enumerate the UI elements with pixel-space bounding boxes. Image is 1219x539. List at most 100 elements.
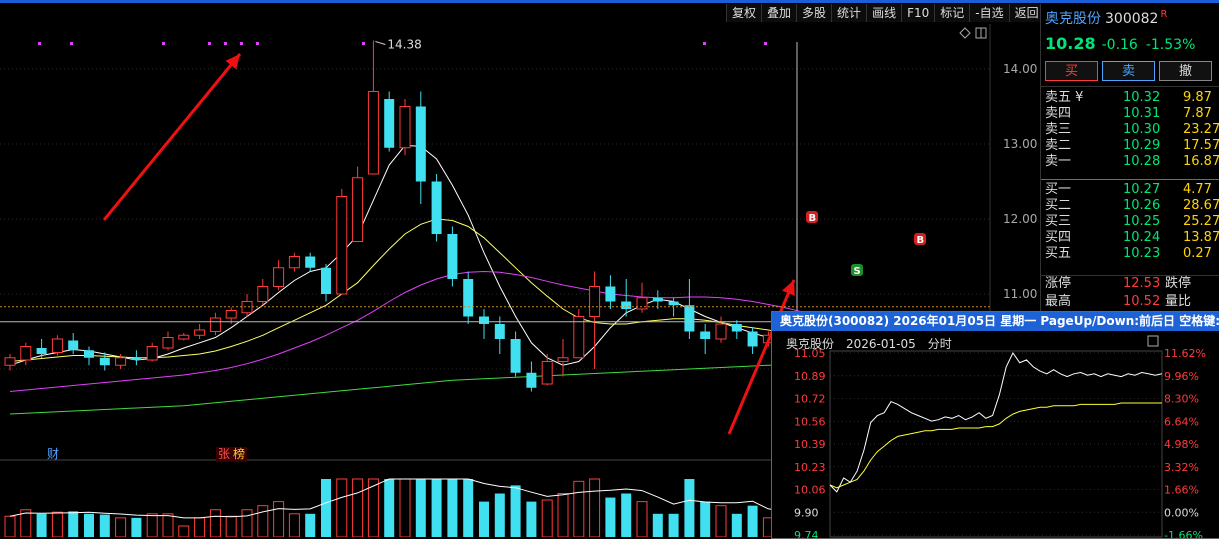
bid-row[interactable]: 买五 10.23 0.27 <box>1041 246 1219 262</box>
candle <box>131 350 142 366</box>
price-tick-label: 14.00 <box>1003 62 1037 76</box>
volume-bar <box>336 478 348 537</box>
volume-bar <box>225 515 237 537</box>
limit-up-tag[interactable]: 张 <box>218 447 230 461</box>
bid-row[interactable]: 买一 10.27 4.77 <box>1041 182 1219 198</box>
ask-row[interactable]: 卖三 10.30 23.27 <box>1041 122 1219 138</box>
toolbar-f10-button[interactable]: F10 <box>901 4 935 22</box>
intraday-pct-tick: 0.00% <box>1164 506 1199 519</box>
candle <box>431 174 442 242</box>
ask-row[interactable]: 卖二 10.29 17.57 <box>1041 138 1219 154</box>
level-label: 买三 <box>1045 214 1072 229</box>
toolbar-remove-watchlist-button[interactable]: -自选 <box>969 4 1009 22</box>
toolbar-back-button[interactable]: 返回 <box>1008 4 1044 22</box>
volume-bar <box>305 513 316 537</box>
candle <box>194 324 206 339</box>
toolbar-multi-stock-button[interactable]: 多股 <box>796 4 832 22</box>
volume-bar <box>700 501 711 537</box>
volume-bar <box>605 497 616 537</box>
divider <box>1041 179 1219 180</box>
volume-bar <box>384 479 395 537</box>
volume-bar <box>715 505 727 537</box>
chart-toolbar: 复权 叠加 多股 统计 画线 F10 标记 -自选 返回 <box>726 4 1044 24</box>
peak-pointer <box>375 41 386 45</box>
candle <box>384 91 395 152</box>
candle-body-down <box>479 316 489 324</box>
bid-row[interactable]: 买四 10.24 13.87 <box>1041 230 1219 246</box>
level-label: 卖二 <box>1045 138 1072 153</box>
candle-body-up <box>51 338 63 353</box>
signal-dot <box>224 42 227 45</box>
candle-body-down <box>510 339 521 373</box>
candle <box>352 166 364 242</box>
limit-up-label: 涨停 <box>1045 276 1072 291</box>
price-change: -0.16 <box>1101 37 1138 53</box>
candle <box>336 189 348 295</box>
bid-row[interactable]: 买三 10.25 25.27 <box>1041 214 1219 230</box>
candle-body-up <box>367 91 379 175</box>
popup-window-icon[interactable] <box>1147 335 1159 347</box>
volume-bar <box>288 513 300 537</box>
finance-tag[interactable]: 财 <box>47 447 59 461</box>
toolbar-adjust-button[interactable]: 复权 <box>726 4 762 22</box>
signal-dot <box>240 42 243 45</box>
volume-bar <box>51 511 63 537</box>
candle-body-up <box>115 357 127 366</box>
badge-letter: B <box>917 235 925 246</box>
volume-bar <box>447 479 458 537</box>
toolbar-overlay-button[interactable]: 叠加 <box>761 4 797 22</box>
intraday-pct-tick: 4.98% <box>1164 438 1199 451</box>
volume-bar <box>510 485 521 537</box>
toolbar-stats-button[interactable]: 统计 <box>831 4 867 22</box>
high-row: 最高 10.52 量比 <box>1045 293 1219 311</box>
intraday-popup[interactable]: 11.05 11.62% 10.89 9.96% 10.72 8.30% 10.56 6.64… <box>771 311 1219 539</box>
candle <box>273 260 285 291</box>
toolbar-mark-button[interactable]: 标记 <box>934 4 970 22</box>
popup-title: 奥克股份(300082) 2026年01月05日 星期一 PageUp/Down… <box>780 314 1219 328</box>
level-volume: 9.87 <box>1183 90 1212 105</box>
ask-row[interactable]: 卖一 10.28 16.87 <box>1041 154 1219 170</box>
candle <box>573 309 585 359</box>
candle <box>715 316 727 343</box>
buy-button[interactable]: 买 <box>1045 61 1098 81</box>
volume-ratio-label: 量比 <box>1165 294 1192 309</box>
bid-row[interactable]: 买二 10.26 28.67 <box>1041 198 1219 214</box>
volume-bar <box>178 525 190 537</box>
signal-dot <box>162 42 165 45</box>
candle <box>162 331 174 351</box>
level-price: 10.28 <box>1123 154 1161 169</box>
level-price: 10.27 <box>1123 182 1161 197</box>
level-price: 10.30 <box>1123 122 1161 137</box>
level-price: 10.24 <box>1123 230 1161 245</box>
candle-body-down <box>684 305 695 332</box>
candle-body-up <box>288 256 300 269</box>
volume-bar <box>273 501 285 537</box>
candle-body-up <box>273 267 285 287</box>
candle-body-down <box>321 267 331 294</box>
ask-row[interactable]: 卖四 10.31 7.87 <box>1041 106 1219 122</box>
dragon-tiger-tag[interactable]: 榜 <box>233 446 245 461</box>
diamond-icon[interactable] <box>959 27 971 39</box>
candle-body-up <box>541 361 553 385</box>
candle <box>510 331 521 377</box>
price-tick-label: 13.00 <box>1003 137 1037 151</box>
intraday-pct-tick: 6.64% <box>1164 415 1199 428</box>
buy-signal-marker[interactable]: B <box>914 233 926 246</box>
signal-dot <box>38 42 41 45</box>
volume-bar <box>146 513 158 537</box>
popup-title-bar[interactable]: 奥克股份(300082) 2026年01月05日 星期一 PageUp/Down… <box>772 312 1219 331</box>
volume-bar <box>541 499 553 537</box>
volume-bar <box>99 514 110 537</box>
candle-body-up <box>194 329 206 336</box>
stock-name[interactable]: 奥克股份 <box>1045 11 1101 27</box>
ask-row[interactable]: 卖五 ¥ 10.32 9.87 <box>1041 90 1219 106</box>
sell-button[interactable]: 卖 <box>1102 61 1155 81</box>
toolbar-draw-button[interactable]: 画线 <box>866 4 902 22</box>
volume-bar <box>621 493 632 537</box>
intraday-frame <box>829 350 1163 538</box>
volume-bar <box>352 478 364 537</box>
cancel-order-button[interactable]: 撤 <box>1159 61 1212 81</box>
candle <box>321 264 331 302</box>
sell-signal-marker[interactable]: S <box>851 264 863 277</box>
buy-signal-marker[interactable]: B <box>806 211 818 224</box>
